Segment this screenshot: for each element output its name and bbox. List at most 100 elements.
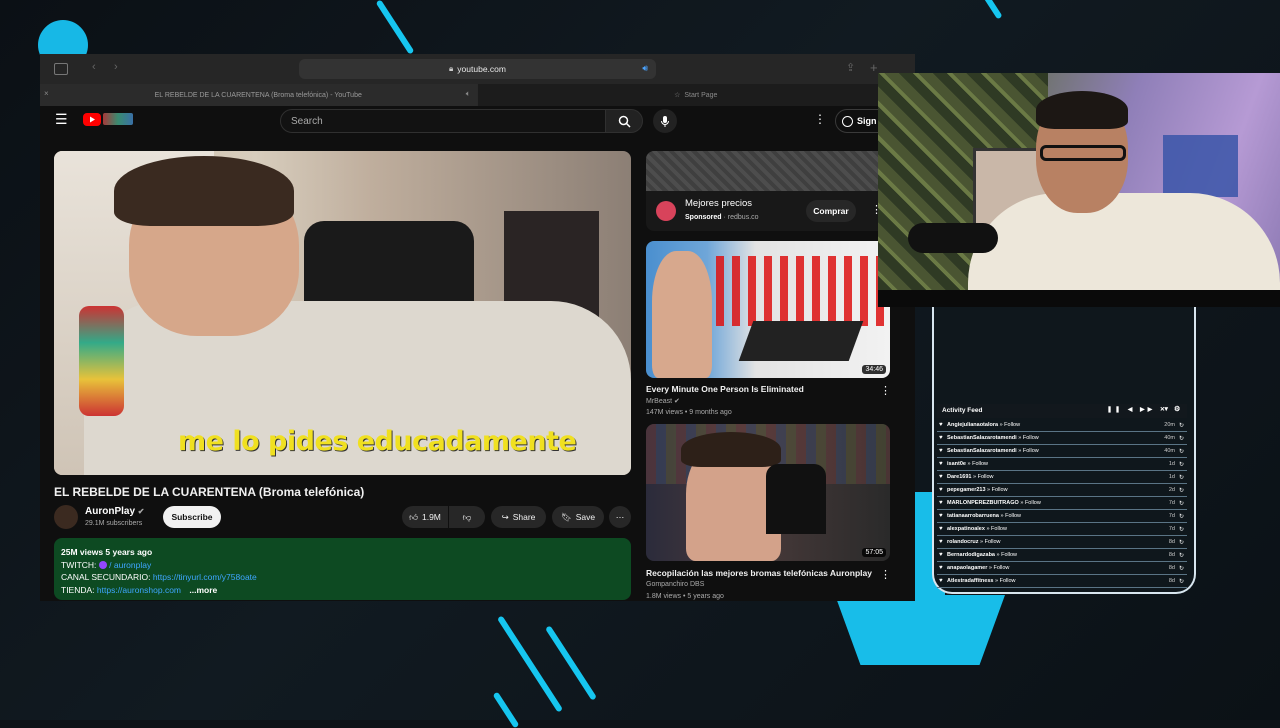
audio-icon[interactable]: 🔊︎: [642, 63, 648, 74]
address-bar[interactable]: 🔒︎ youtube.com 🔊︎: [299, 59, 656, 79]
heart-icon: ♥: [939, 435, 943, 441]
feed-time: 8d: [1168, 552, 1175, 558]
subscribe-button[interactable]: Subscribe: [163, 506, 221, 528]
more-actions-button[interactable]: ⋯: [609, 506, 631, 528]
feed-time: 8d: [1168, 539, 1175, 545]
twitch-link[interactable]: / auronplay: [109, 560, 151, 570]
menu-icon[interactable]: ☰: [55, 111, 68, 128]
video-description[interactable]: 25M views 5 years ago TWITCH: / auronpla…: [54, 538, 631, 600]
video-player[interactable]: me lo pides educadamente: [54, 151, 631, 475]
recommendation-menu-icon[interactable]: ⋮: [880, 384, 891, 397]
more-options-icon[interactable]: ⋮: [814, 112, 826, 126]
ad-domain: redbus.co: [727, 214, 759, 221]
replay-icon[interactable]: ↻: [1179, 539, 1184, 546]
channel-avatar[interactable]: [54, 505, 78, 529]
feed-row[interactable]: ♥ Bernardodigazaba » Follow 8d ↻: [937, 549, 1187, 562]
new-tab-icon[interactable]: +: [870, 60, 878, 75]
feed-row[interactable]: ♥ isant0e » Follow 1d ↻: [937, 458, 1187, 471]
share-button[interactable]: ↪ Share: [491, 506, 546, 528]
search-input[interactable]: Search: [280, 109, 606, 133]
replay-icon[interactable]: ↻: [1179, 448, 1184, 455]
feed-row[interactable]: ♥ alexpatinoalex » Follow 7d ↻: [937, 523, 1187, 536]
show-more-link[interactable]: ...more: [189, 585, 217, 595]
feed-row[interactable]: ♥ Atlestradaffitness » Follow 8d ↻: [937, 575, 1187, 588]
feed-row[interactable]: ♥ SebastianSalazarotamendi » Follow 40m ↻: [937, 432, 1187, 445]
replay-icon[interactable]: ↻: [1179, 474, 1184, 481]
feed-action: Follow: [1022, 448, 1039, 454]
doodle-logo[interactable]: [103, 113, 133, 125]
tienda-link[interactable]: https://auronshop.com: [97, 585, 181, 595]
feed-row-text: Dare1691 » Follow: [947, 474, 994, 480]
ad-cta-button[interactable]: Comprar: [806, 200, 856, 222]
recommendation-thumbnail[interactable]: 34:46: [646, 241, 890, 378]
youtube-logo[interactable]: [83, 113, 101, 126]
share-label: Share: [512, 512, 536, 522]
description-tienda-line: TIENDA: https://auronshop.com ...more: [61, 584, 624, 597]
ad-info[interactable]: Mejores precios Sponsored · redbus.co Co…: [646, 191, 890, 231]
replay-icon[interactable]: ↻: [1179, 487, 1184, 494]
recommendation-title[interactable]: Every Minute One Person Is Eliminated: [646, 384, 804, 394]
settings-icon[interactable]: ⚙: [1174, 405, 1180, 413]
feed-row[interactable]: ♥ rolandocruz » Follow 8d ↻: [937, 536, 1187, 549]
cam-hair: [1036, 91, 1128, 129]
tienda-label: TIENDA:: [61, 584, 95, 595]
recommendation-menu-icon[interactable]: ⋮: [880, 568, 891, 581]
feed-row-text: anapaolagamer » Follow: [947, 565, 1010, 571]
replay-icon[interactable]: ↻: [1179, 552, 1184, 559]
feed-action: Follow: [1022, 435, 1039, 441]
save-button[interactable]: 🔖︎ Save: [552, 506, 604, 528]
replay-icon[interactable]: ↻: [1179, 435, 1184, 442]
heart-icon: ♥: [939, 539, 943, 545]
close-tab-icon[interactable]: ×: [44, 89, 49, 98]
feed-action: Follow: [993, 565, 1010, 571]
feed-action: Follow: [1005, 513, 1021, 519]
replay-icon[interactable]: ↻: [1179, 578, 1184, 585]
feed-row[interactable]: ♥ MARLONPEREZBUITRAGO » Follow 7d ↻: [937, 497, 1187, 510]
like-count: 1.9M: [421, 512, 441, 522]
replay-icon[interactable]: ↻: [1179, 526, 1184, 533]
channel-name[interactable]: AuronPlay ✔: [85, 506, 145, 517]
mute-icon[interactable]: 🔈︎: [466, 89, 471, 99]
recommendation-thumbnail[interactable]: 57:05: [646, 424, 890, 561]
feed-row[interactable]: ♥ Angiejulianaotalora » Follow 20m ↻: [937, 419, 1187, 432]
search-icon: [618, 115, 631, 128]
recommendation-channel[interactable]: Gompanchiro DBS: [646, 581, 704, 588]
feed-row[interactable]: ♥ tatianaarrobarruena » Follow 7d ↻: [937, 510, 1187, 523]
follower-name: Atlestradaffitness: [947, 578, 994, 584]
ad-title: Mejores precios: [685, 198, 753, 209]
feed-controls-icon[interactable]: ❚❚ ◀ ▶▶ ✕: [1107, 406, 1168, 413]
feed-row[interactable]: ♥ pepegamer213 » Follow 2d ↻: [937, 484, 1187, 497]
back-icon[interactable]: ‹: [92, 61, 96, 73]
description-twitch-line: TWITCH: / auronplay: [61, 559, 624, 572]
tab-youtube[interactable]: × EL REBELDE DE LA CUARENTENA (Broma tel…: [40, 84, 478, 106]
forward-icon[interactable]: ›: [114, 61, 118, 73]
replay-icon[interactable]: ↻: [1179, 513, 1184, 520]
tab-start-page[interactable]: ☆ Start Page: [478, 84, 915, 106]
recommendation-title[interactable]: Recopilación las mejores bromas telefóni…: [646, 568, 872, 578]
sidebar-icon[interactable]: [54, 63, 68, 75]
thumb-chair: [766, 464, 826, 534]
recommendation-channel[interactable]: MrBeast ✔: [646, 397, 680, 405]
voice-search-button[interactable]: [653, 109, 677, 133]
dislike-button[interactable]: 👎︎: [449, 506, 485, 528]
feed-row[interactable]: ♥ Dare1691 » Follow 1d ↻: [937, 471, 1187, 484]
replay-icon[interactable]: ↻: [1179, 565, 1184, 572]
replay-icon[interactable]: ↻: [1179, 422, 1184, 429]
filter-icon[interactable]: ▼: [1163, 406, 1169, 413]
feed-time: 40m: [1164, 435, 1175, 441]
feed-row-text: Bernardodigazaba » Follow: [947, 552, 1018, 558]
canal-link[interactable]: https://tinyurl.com/y758oate: [153, 572, 257, 582]
share-icon[interactable]: ⇪: [846, 61, 855, 74]
save-label: Save: [575, 512, 596, 522]
feed-row[interactable]: ♥ SebastianSalazarotamendi » Follow 40m ↻: [937, 445, 1187, 458]
replay-icon[interactable]: ↻: [1179, 500, 1184, 507]
replay-icon[interactable]: ↻: [1179, 461, 1184, 468]
video-caption: me lo pides educadamente: [178, 426, 577, 457]
activity-feed-title: Activity Feed: [942, 407, 983, 414]
feed-row[interactable]: ♥ anapaolagamer » Follow 8d ↻: [937, 562, 1187, 575]
search-button[interactable]: [605, 109, 643, 133]
activity-feed-header: Activity Feed ❚❚ ◀ ▶▶ ✕ ▼ ⚙: [937, 404, 1187, 418]
feed-row-text: Angiejulianaotalora » Follow: [947, 422, 1021, 428]
like-button[interactable]: 👍︎ 1.9M: [402, 506, 448, 528]
ad-banner-image[interactable]: [646, 151, 890, 191]
